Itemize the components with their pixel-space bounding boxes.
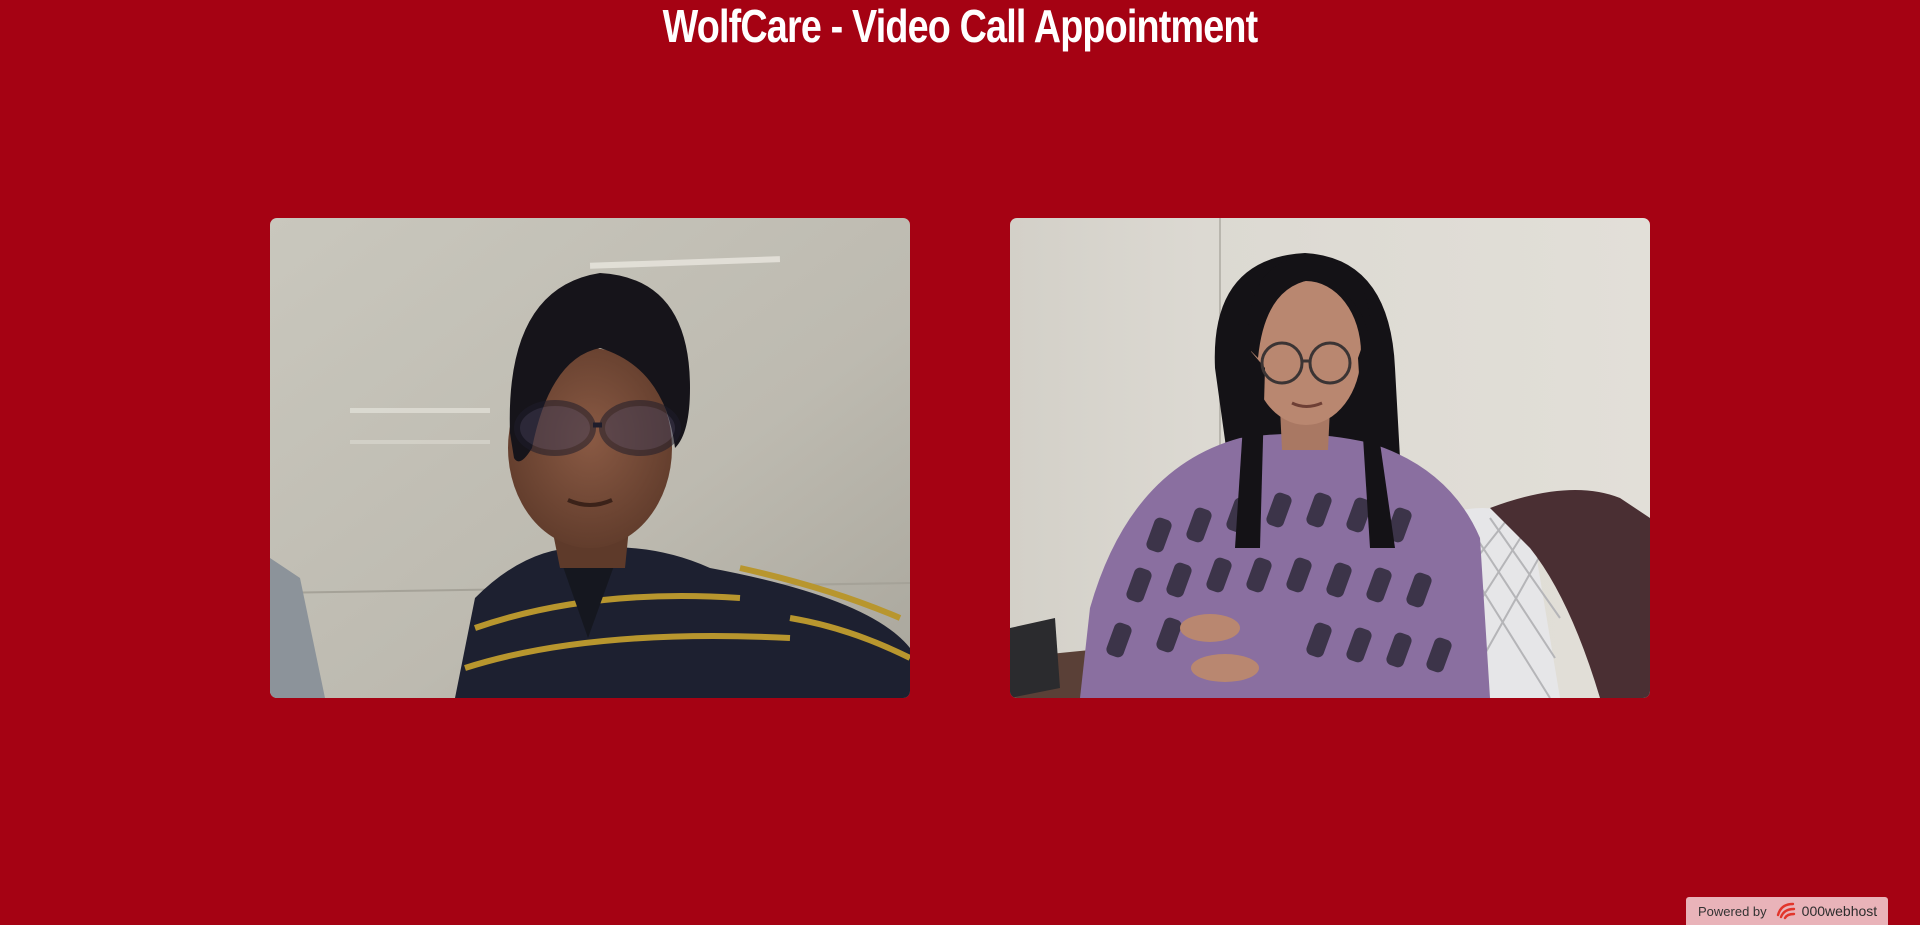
powered-by-badge[interactable]: Powered by 000webhost [1686,897,1888,925]
powered-by-label: Powered by [1698,903,1767,919]
000webhost-logo-icon [1775,901,1799,921]
page: WolfCare - Video Call Appointment Powere… [0,0,1920,925]
remote-video-feed[interactable] [1010,218,1650,698]
page-title: WolfCare - Video Call Appointment [662,0,1258,52]
powered-by-brand: 000webhost [1801,903,1878,919]
local-video-feed[interactable] [270,218,910,698]
local-video-image [270,218,910,698]
remote-video-image [1010,218,1650,698]
